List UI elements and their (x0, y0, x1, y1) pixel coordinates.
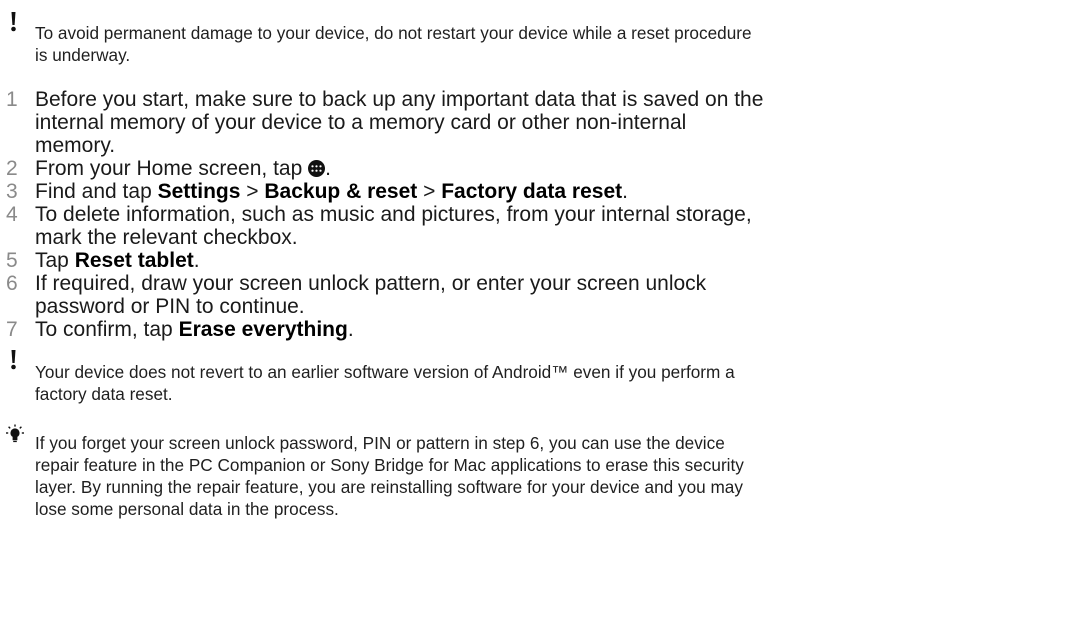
document-page: To avoid permanent damage to your device… (0, 0, 1068, 636)
step-number: 1 (6, 88, 18, 111)
erase-everything-label: Erase everything (178, 318, 348, 341)
separator: > (417, 180, 442, 203)
exclamation-icon (6, 10, 24, 34)
step-number: 2 (6, 157, 18, 180)
settings-label: Settings (157, 180, 241, 203)
step-3-text: Find and tap (35, 180, 158, 203)
step-2-end: . (325, 157, 331, 180)
warning-top-line-2: is underway. (35, 45, 131, 65)
step-5-text: Tap (35, 249, 75, 272)
step-4-line-1: To delete information, such as music and… (35, 203, 752, 226)
step-5-end: . (193, 249, 200, 272)
warning-bottom-line-2: factory data reset. (35, 384, 173, 404)
separator: > (240, 180, 265, 203)
step-number: 3 (6, 180, 18, 203)
factory-data-reset-label: Factory data reset (441, 180, 623, 203)
backup-reset-label: Backup & reset (264, 180, 418, 203)
step-7-end: . (347, 318, 354, 341)
apps-icon (308, 159, 326, 177)
tip-line-1: If you forget your screen unlock passwor… (35, 433, 725, 453)
step-1-line-1: Before you start, make sure to back up a… (35, 88, 764, 111)
tip-line-2: repair feature in the PC Companion or So… (35, 455, 744, 475)
warning-note-top: To avoid permanent damage to your device… (0, 10, 1068, 65)
warning-bottom-line-1: Your device does not revert to an earlie… (35, 362, 735, 382)
warning-note-bottom: Your device does not revert to an earlie… (0, 348, 1068, 408)
tip-note: If you forget your screen unlock passwor… (0, 420, 1068, 520)
exclamation-icon (6, 348, 24, 372)
tip-line-3: layer. By running the repair feature, yo… (35, 477, 743, 497)
lightbulb-icon (3, 424, 27, 448)
step-1-line-2: internal memory of your device to a memo… (35, 111, 687, 134)
step-number: 4 (6, 203, 18, 226)
step-number: 5 (6, 249, 18, 272)
step-4-line-2: mark the relevant checkbox. (35, 226, 298, 249)
step-7-text: To confirm, tap (35, 318, 179, 341)
step-6-line-1: If required, draw your screen unlock pat… (35, 272, 707, 295)
reset-tablet-label: Reset tablet (74, 249, 194, 272)
step-1-line-3: memory. (35, 134, 116, 157)
tip-line-4: lose some personal data in the process. (35, 499, 339, 519)
step-number: 7 (6, 318, 18, 341)
warning-top-line-1: To avoid permanent damage to your device… (35, 23, 752, 43)
step-6-line-2: password or PIN to continue. (35, 295, 305, 318)
step-3-end: . (622, 180, 628, 203)
step-2-text: From your Home screen, tap (35, 157, 309, 180)
step-number: 6 (6, 272, 18, 295)
